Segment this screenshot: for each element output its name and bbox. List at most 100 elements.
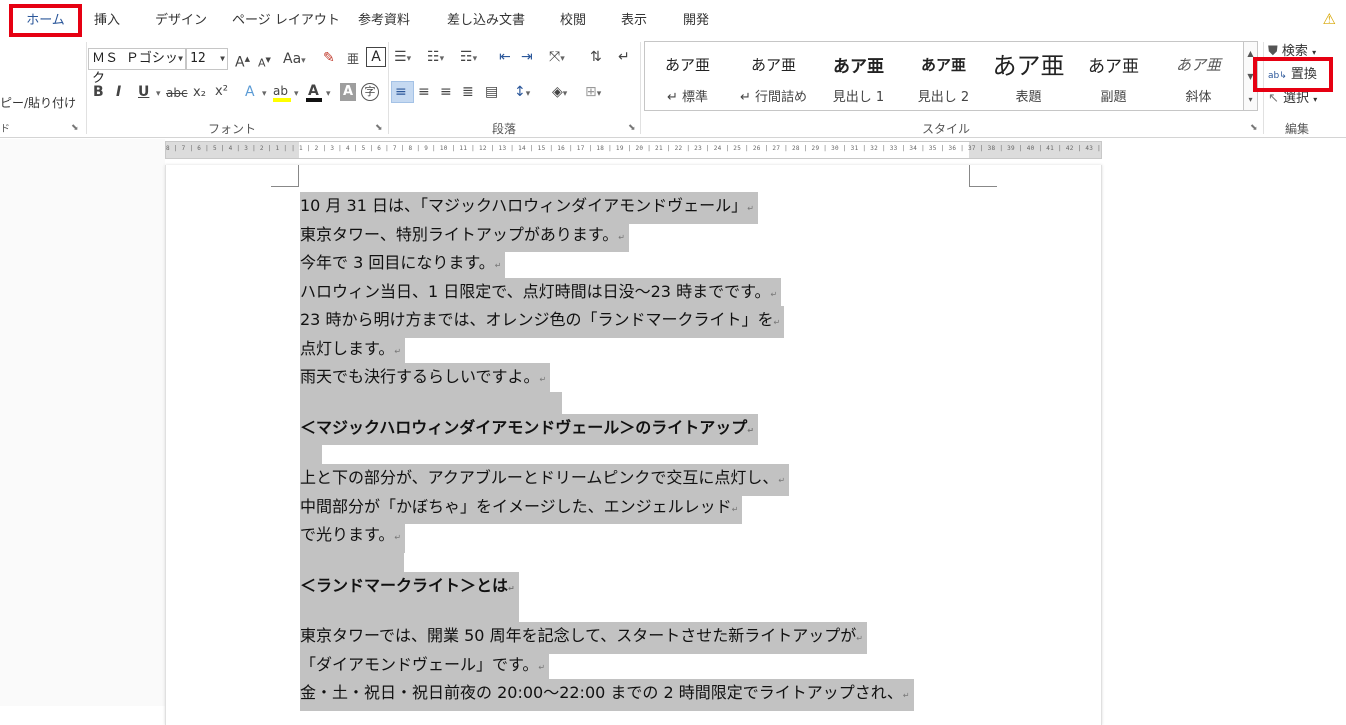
style-emphasis[interactable]: あア亜 斜体 xyxy=(1156,42,1241,110)
style-name: ↵ 標準 xyxy=(666,90,709,105)
style-name: ↵ 行間詰め xyxy=(739,90,808,105)
doc-line[interactable]: 23 時から明け方までは、オレンジ色の「ランドマークライト」を↵ xyxy=(300,306,914,338)
style-no-spacing[interactable]: あア亜 ↵ 行間詰め xyxy=(731,42,816,110)
tab-page-layout[interactable]: ページ レイアウト xyxy=(232,9,340,28)
strikethrough-button[interactable]: abc xyxy=(166,84,188,102)
doc-line[interactable]: 中間部分が「かぼちゃ」をイメージした、エンジェルレッド↵ xyxy=(300,492,914,524)
justify-icon[interactable]: ≣ xyxy=(462,83,474,101)
doc-line[interactable]: ＜ランドマークライト＞とは↵ xyxy=(300,571,914,603)
style-preview: あア亜 xyxy=(920,56,966,74)
chevron-down-icon[interactable]: ▾ xyxy=(156,85,161,103)
phonetic-guide-icon[interactable]: 亜 xyxy=(347,50,359,68)
ribbon-tab-bar: ホーム 挿入 デザイン ページ レイアウト 参考資料 差し込み文書 校閲 表示 … xyxy=(0,0,1346,38)
sort-icon[interactable]: ⇅ xyxy=(590,48,602,66)
style-name: 見出し 2 xyxy=(917,90,970,105)
italic-button[interactable]: I xyxy=(116,83,121,101)
align-right-icon[interactable]: ≡ xyxy=(440,83,452,101)
subscript-button[interactable]: x₂ xyxy=(193,84,206,102)
character-shading-button[interactable]: A xyxy=(340,83,356,101)
tab-insert[interactable]: 挿入 xyxy=(94,9,120,28)
horizontal-ruler[interactable]: 8 | 7 | 6 | 5 | 4 | 3 | 2 | 1 | | 1 | 2 … xyxy=(165,141,1103,159)
doc-line[interactable]: ハロウィン当日、1 日限定で、点灯時間は日没～23 時までです。↵ xyxy=(300,277,914,309)
doc-line[interactable]: 金・土・祝日・祝日前夜の 20:00～22:00 までの 2 時間限定でライトア… xyxy=(300,679,914,711)
doc-line[interactable]: 今年で 3 回目になります。↵ xyxy=(300,249,914,281)
clipboard-launcher-icon[interactable]: ⬊ xyxy=(71,123,79,133)
doc-line-text: 今年で 3 回目になります。 xyxy=(300,253,495,272)
line-spacing-icon[interactable]: ↕▾ xyxy=(514,83,530,103)
tab-review[interactable]: 校閲 xyxy=(560,9,586,28)
style-preview: あア亜 xyxy=(750,56,796,74)
doc-line[interactable]: 点灯します。↵ xyxy=(300,334,914,366)
style-preview: あア亜 xyxy=(664,56,710,74)
multilevel-list-icon[interactable]: ☶▾ xyxy=(460,48,477,68)
style-heading-2[interactable]: あア亜 見出し 2 xyxy=(901,42,986,110)
styles-launcher-icon[interactable]: ⬊ xyxy=(1250,123,1258,133)
document-body[interactable]: 10 月 31 日は、「マジックハロウィンダイアモンドヴェール」↵ 東京タワー、… xyxy=(300,192,914,711)
bold-button[interactable]: B xyxy=(93,83,104,101)
chevron-down-icon[interactable]: ▾ xyxy=(262,85,267,103)
enclose-characters-button[interactable]: 字 xyxy=(361,83,379,101)
style-heading-1[interactable]: あア亜 見出し 1 xyxy=(816,42,901,110)
show-marks-icon[interactable]: ↵ xyxy=(618,48,630,66)
text-effects-button[interactable]: A xyxy=(245,83,255,101)
chevron-down-icon: ▾ xyxy=(1313,95,1318,104)
tab-mailings[interactable]: 差し込み文書 xyxy=(447,9,525,28)
cursor-icon: ↖ xyxy=(1268,91,1279,106)
bullets-icon[interactable]: ☰▾ xyxy=(394,48,411,68)
editing-group-label: 編集 xyxy=(1285,122,1310,136)
shrink-font-button[interactable]: A▼ xyxy=(258,51,271,73)
doc-blank-line xyxy=(300,600,914,622)
character-border-icon[interactable]: A xyxy=(366,47,386,67)
underline-button[interactable]: U xyxy=(138,83,149,101)
font-size-select[interactable]: 12 ▼ xyxy=(186,48,228,70)
font-color-bar xyxy=(306,98,322,102)
style-title[interactable]: あア亜 表題 xyxy=(986,42,1071,110)
tab-design[interactable]: デザイン xyxy=(155,9,207,28)
font-size-value: 12 xyxy=(190,51,206,66)
doc-line[interactable]: 東京タワーでは、開業 50 周年を記念して、スタートさせた新ライトアップが↵ xyxy=(300,622,914,654)
font-name-select[interactable]: ＭＳ Ｐゴシック ▼ xyxy=(88,48,186,86)
style-preview: あア亜 xyxy=(1088,57,1139,77)
font-launcher-icon[interactable]: ⬊ xyxy=(375,123,383,133)
paragraph-mark-icon: ↵ xyxy=(856,634,863,643)
paste-button-label[interactable]: ピー/貼り付け xyxy=(0,94,76,111)
tab-home[interactable]: ホーム xyxy=(9,4,82,37)
paragraph-launcher-icon[interactable]: ⬊ xyxy=(628,123,636,133)
tab-view[interactable]: 表示 xyxy=(621,9,647,28)
doc-line[interactable]: で光ります。↵ xyxy=(300,521,914,553)
highlight-color-bar xyxy=(273,98,291,102)
asian-layout-icon[interactable]: ⤧▾ xyxy=(549,48,565,68)
align-left-icon: ≡ xyxy=(395,84,407,100)
doc-line[interactable]: 上と下の部分が、アクアブルーとドリームピンクで交互に点灯し、↵ xyxy=(300,464,914,496)
style-subtitle[interactable]: あア亜 副題 xyxy=(1071,42,1156,110)
superscript-button[interactable]: x² xyxy=(215,83,228,101)
doc-line[interactable]: 「ダイアモンドヴェール」です。↵ xyxy=(300,650,914,682)
numbering-icon[interactable]: ☷▾ xyxy=(427,48,444,68)
doc-line[interactable]: ＜マジックハロウィンダイアモンドヴェール＞のライトアップ↵ xyxy=(300,413,914,445)
grow-font-button[interactable]: A▲ xyxy=(235,50,250,72)
style-preview: あア亜 xyxy=(833,57,884,77)
increase-indent-icon[interactable]: ⇥ xyxy=(521,48,533,66)
replace-highlight-box xyxy=(1253,57,1333,92)
select-label: 選択 xyxy=(1283,91,1310,106)
doc-blank-line xyxy=(300,549,914,572)
clear-format-icon[interactable]: ✎ xyxy=(323,49,335,67)
align-center-icon[interactable]: ≡ xyxy=(418,83,430,101)
chevron-down-icon[interactable]: ▾ xyxy=(294,85,299,103)
distributed-icon[interactable]: ▤ xyxy=(485,83,498,101)
tab-references[interactable]: 参考資料 xyxy=(358,9,410,28)
shading-icon[interactable]: ◈▾ xyxy=(552,83,567,103)
style-normal[interactable]: あア亜 ↵ 標準 xyxy=(645,42,730,110)
borders-icon[interactable]: ⊞▾ xyxy=(585,83,601,103)
decrease-indent-icon[interactable]: ⇤ xyxy=(499,48,511,66)
doc-line-text: ハロウィン当日、1 日限定で、点灯時間は日没～23 時までです。 xyxy=(300,281,771,301)
doc-line-text: 23 時から明け方までは、オレンジ色の「ランドマークライト」を xyxy=(300,310,774,329)
warning-icon[interactable]: ⚠ xyxy=(1323,10,1336,28)
font-name-value: ＭＳ Ｐゴシック xyxy=(92,51,178,86)
doc-line[interactable]: 10 月 31 日は、「マジックハロウィンダイアモンドヴェール」↵ xyxy=(300,192,914,224)
doc-line[interactable]: 東京タワー、特別ライトアップがあります。↵ xyxy=(300,220,914,252)
change-case-button[interactable]: Aa▾ xyxy=(283,50,306,70)
chevron-down-icon[interactable]: ▾ xyxy=(326,85,331,103)
doc-line[interactable]: 雨天でも決行するらしいですよ。↵ xyxy=(300,363,914,395)
tab-developer[interactable]: 開発 xyxy=(683,9,709,28)
